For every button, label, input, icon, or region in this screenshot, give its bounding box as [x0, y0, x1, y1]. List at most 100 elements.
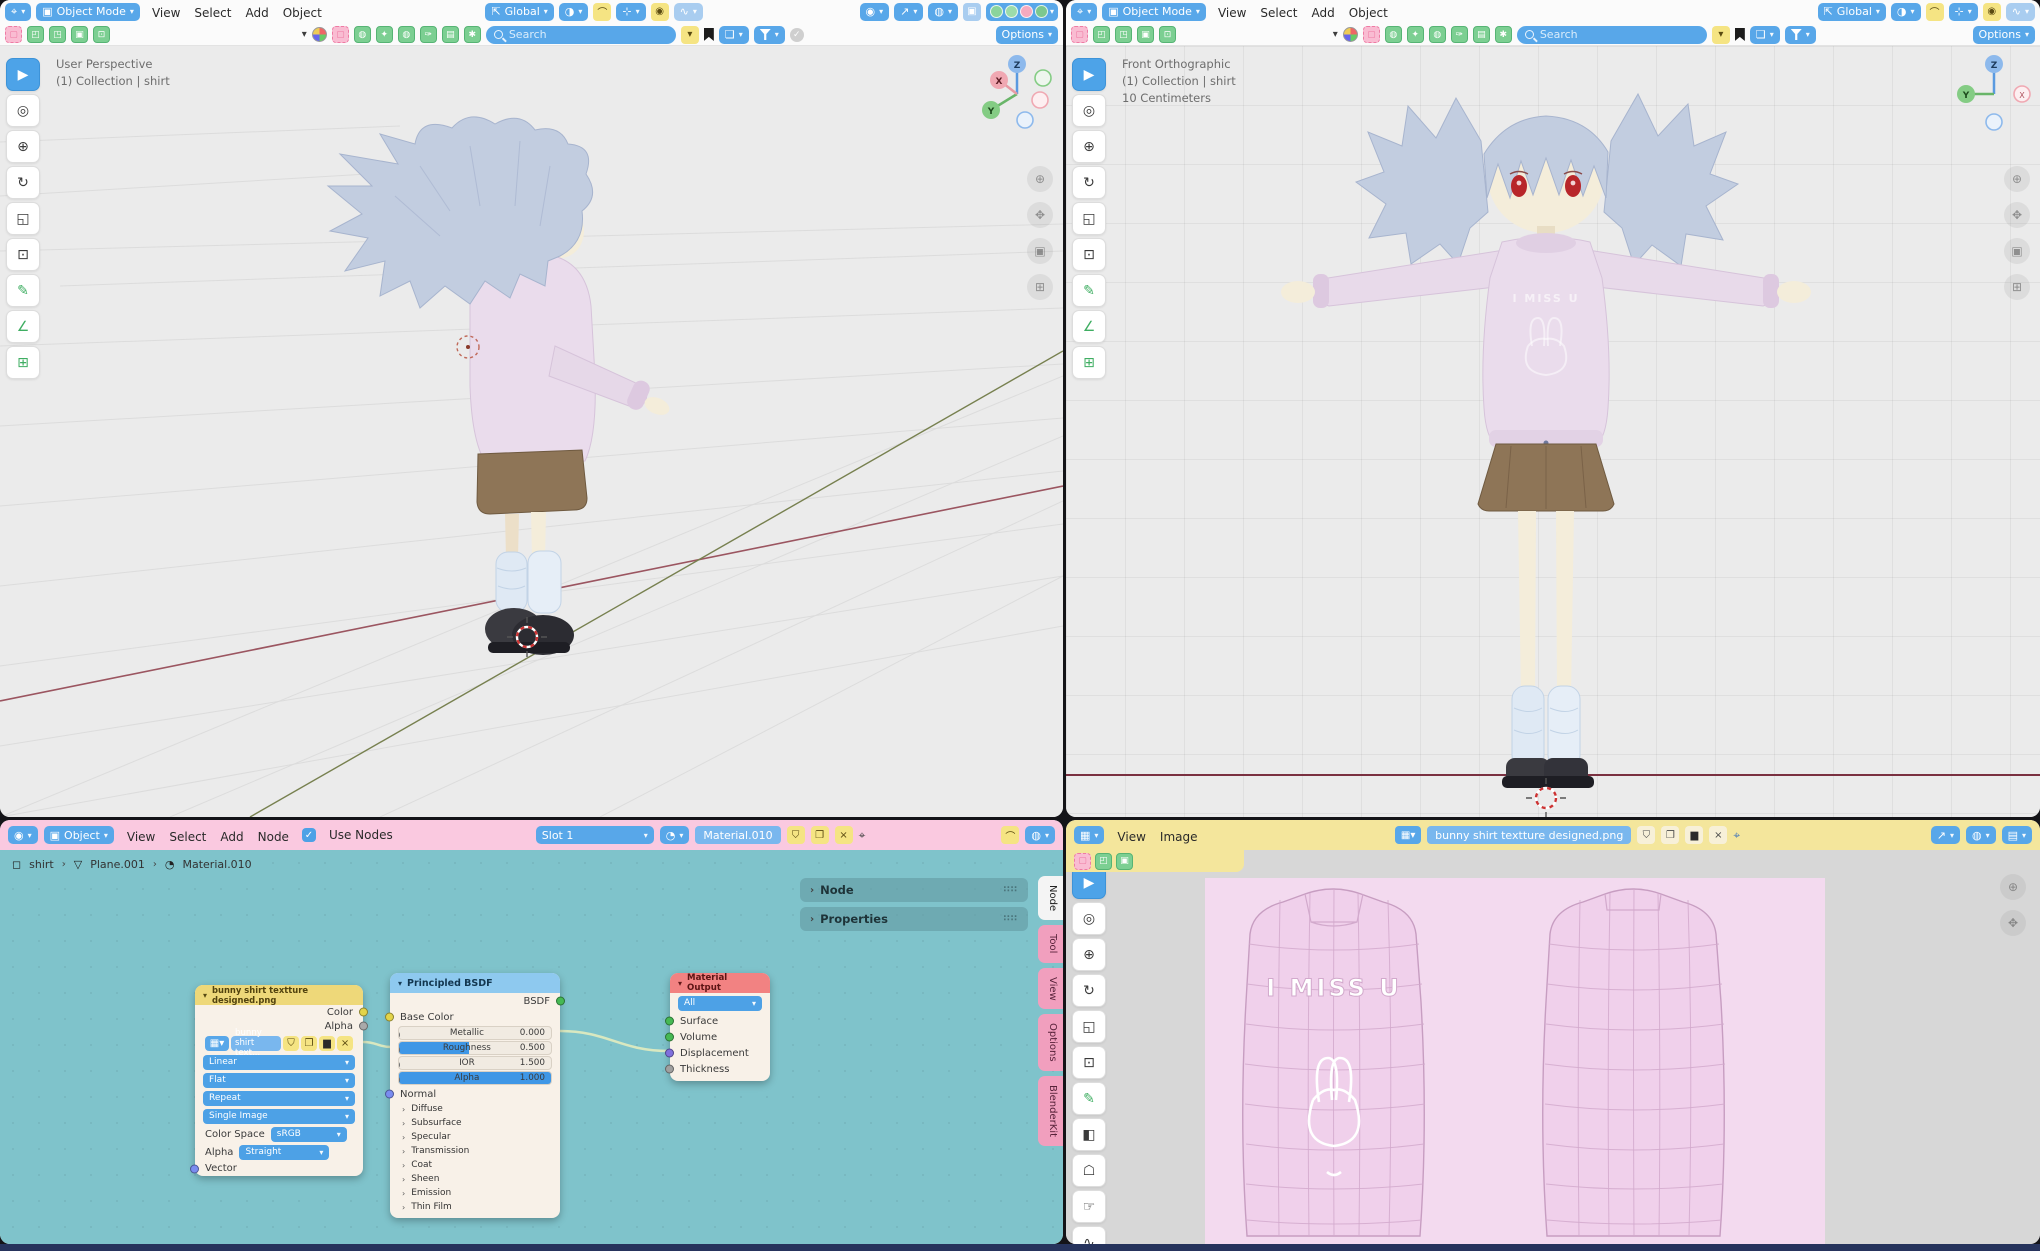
menu-item[interactable]: Select	[187, 6, 238, 20]
mode-icon-4[interactable]: ✑	[420, 26, 437, 43]
select-mode-icon-4[interactable]: ▣	[1137, 26, 1154, 43]
perspective-grid-icon[interactable]: ⊞	[2004, 274, 2030, 300]
editor-type-button[interactable]: ⌖▾	[5, 3, 31, 21]
color-space-dropdown[interactable]: sRGB▾	[271, 1127, 347, 1142]
material-output-node[interactable]: ▾Material Output All▾ SurfaceVolumeDispl…	[670, 973, 770, 1081]
fake-user-shield-icon[interactable]: ⛉	[1637, 826, 1655, 844]
open-folder-icon[interactable]: ▆	[1685, 826, 1703, 844]
tool-add-cube[interactable]: ⊞	[1072, 346, 1106, 379]
normal-input-socket[interactable]: Normal	[390, 1086, 560, 1102]
editor-type-button[interactable]: ⌖▾	[1071, 3, 1097, 21]
value-slider[interactable]: Roughness0.500	[398, 1041, 552, 1055]
tool-rip-region[interactable]: ◧	[1072, 1118, 1106, 1151]
image-texture-node[interactable]: ▾bunny shirt textture designed.png Color…	[195, 985, 363, 1176]
menu-item[interactable]: Node	[251, 830, 296, 844]
mode-icon-6[interactable]: ✱	[1495, 26, 1512, 43]
tool-cursor[interactable]: ◎	[1072, 902, 1106, 935]
filter-dropdown[interactable]: ▾	[754, 26, 785, 44]
alpha-output-socket[interactable]: Alpha	[195, 1019, 363, 1033]
material-slot-dropdown[interactable]: Slot 1▾	[536, 826, 654, 844]
mode-icon-6[interactable]: ✱	[464, 26, 481, 43]
uv-select-icon-1[interactable]: ▢	[1074, 853, 1091, 870]
shader-type-dropdown[interactable]: ▣Object▾	[44, 826, 114, 844]
tool-transform[interactable]: ⊡	[1072, 1046, 1106, 1079]
snap-target-dropdown[interactable]: ⊹▾	[1949, 3, 1978, 21]
node-canvas[interactable]: ◻shirt › ▽Plane.001 › ◔Material.010 ›Nod…	[0, 850, 1063, 1244]
alpha-mode-dropdown[interactable]: Straight▾	[239, 1145, 329, 1160]
use-nodes-checkbox[interactable]: ✓	[302, 828, 316, 842]
tool-rotate[interactable]: ↻	[1072, 974, 1106, 1007]
select-mode-icon-1[interactable]: ▢	[1071, 26, 1088, 43]
menu-item[interactable]: Object	[1342, 6, 1395, 20]
search-options-dropdown[interactable]: ▾	[681, 26, 699, 44]
tool-annotate[interactable]: ✎	[1072, 1082, 1106, 1115]
axis-gizmo[interactable]: Z Y X	[977, 54, 1057, 138]
tool-rotate[interactable]: ↻	[6, 166, 40, 199]
collapsed-section[interactable]: ›Subsurface	[390, 1116, 560, 1130]
node-dropdown[interactable]: Linear▾	[203, 1055, 355, 1070]
axis-gizmo[interactable]: Z Y X	[1954, 54, 2034, 138]
select-mode-icon-4[interactable]: ▣	[71, 26, 88, 43]
select-mode-icon-3[interactable]: ◳	[1115, 26, 1132, 43]
breadcrumb-mesh[interactable]: Plane.001	[90, 858, 145, 871]
filter-dropdown[interactable]: ▾	[1785, 26, 1816, 44]
image-browse-dropdown[interactable]: ▦▾	[205, 1036, 229, 1051]
breadcrumb-material[interactable]: Material.010	[183, 858, 252, 871]
copy-material-icon[interactable]: ❐	[811, 826, 829, 844]
value-slider[interactable]: IOR1.500	[398, 1056, 552, 1070]
pan-hand-icon[interactable]: ✥	[1027, 202, 1053, 228]
mode-icon-3[interactable]: ◍	[1429, 26, 1446, 43]
collection-chevron[interactable]: ▾	[1333, 29, 1338, 40]
mode-icon-1[interactable]: ◍	[354, 26, 371, 43]
menu-item[interactable]: Add	[238, 6, 275, 20]
editor-type-button[interactable]: ▦▾	[1074, 826, 1104, 844]
menu-item[interactable]: Select	[1253, 6, 1304, 20]
search-input[interactable]: Search	[486, 26, 676, 44]
menu-item[interactable]: Add	[213, 830, 250, 844]
tool-measure[interactable]: ∠	[6, 310, 40, 343]
pin-icon[interactable]: ⌖	[859, 828, 866, 843]
mode-icon-5[interactable]: ▤	[442, 26, 459, 43]
tool-move[interactable]: ⊕	[1072, 938, 1106, 971]
transform-orientation-dropdown[interactable]: ⇱Global▾	[1818, 3, 1886, 21]
select-mode-icon-1[interactable]: ▢	[5, 26, 22, 43]
viewport-canvas[interactable]: I MISS U	[1066, 46, 2040, 817]
collection-color-icon[interactable]	[312, 27, 327, 42]
base-color-input-socket[interactable]: Base Color	[390, 1009, 560, 1025]
proportional-edit-toggle[interactable]: ◉	[1983, 3, 2001, 21]
mode-icon-paint[interactable]: ▢	[1363, 26, 1380, 43]
tool-move[interactable]: ⊕	[1072, 130, 1106, 163]
display-channels-dropdown[interactable]: ▤▾	[2002, 826, 2032, 844]
options-dropdown[interactable]: Options▾	[996, 26, 1058, 44]
outliner-display-dropdown[interactable]: ❏▾	[1750, 26, 1780, 44]
pan-hand-icon[interactable]: ✥	[2000, 910, 2026, 936]
solid-shading-icon[interactable]	[1005, 5, 1018, 18]
input-socket[interactable]: Displacement	[670, 1045, 770, 1061]
menu-item[interactable]: View	[1110, 830, 1152, 844]
collapsed-section[interactable]: ›Sheen	[390, 1172, 560, 1186]
copy-icon[interactable]: ❐	[301, 1036, 317, 1051]
snap-target-dropdown[interactable]: ⊹▾	[616, 3, 645, 21]
snap-toggle[interactable]: ⌒	[593, 3, 611, 21]
collection-chevron[interactable]: ▾	[302, 29, 307, 40]
select-mode-icon-2[interactable]: ◰	[27, 26, 44, 43]
fake-user-shield-icon[interactable]: ⛉	[787, 826, 805, 844]
unlink-material-icon[interactable]: ×	[835, 826, 853, 844]
target-dropdown[interactable]: All▾	[678, 996, 762, 1011]
options-dropdown[interactable]: Options▾	[1973, 26, 2035, 44]
snap-toggle[interactable]: ⌒	[1001, 826, 1019, 844]
tool-measure[interactable]: ∠	[1072, 310, 1106, 343]
transform-orientation-dropdown[interactable]: ⇱Global▾	[485, 3, 553, 21]
search-options-dropdown[interactable]: ▾	[1712, 26, 1730, 44]
value-slider[interactable]: Alpha1.000	[398, 1071, 552, 1085]
tool-add-cube[interactable]: ⊞	[6, 346, 40, 379]
properties-panel-header[interactable]: ›Properties∷∷	[800, 907, 1028, 931]
collection-color-icon[interactable]	[1343, 27, 1358, 42]
node-dropdown[interactable]: Single Image▾	[203, 1109, 355, 1124]
proportional-edit-toggle[interactable]: ◉	[651, 3, 669, 21]
tool-scale[interactable]: ◱	[6, 202, 40, 235]
wireframe-shading-icon[interactable]	[990, 5, 1003, 18]
tool-rotate[interactable]: ↻	[1072, 166, 1106, 199]
tool-transform[interactable]: ⊡	[6, 238, 40, 271]
mode-dropdown[interactable]: ▣Object Mode▾	[36, 3, 140, 21]
